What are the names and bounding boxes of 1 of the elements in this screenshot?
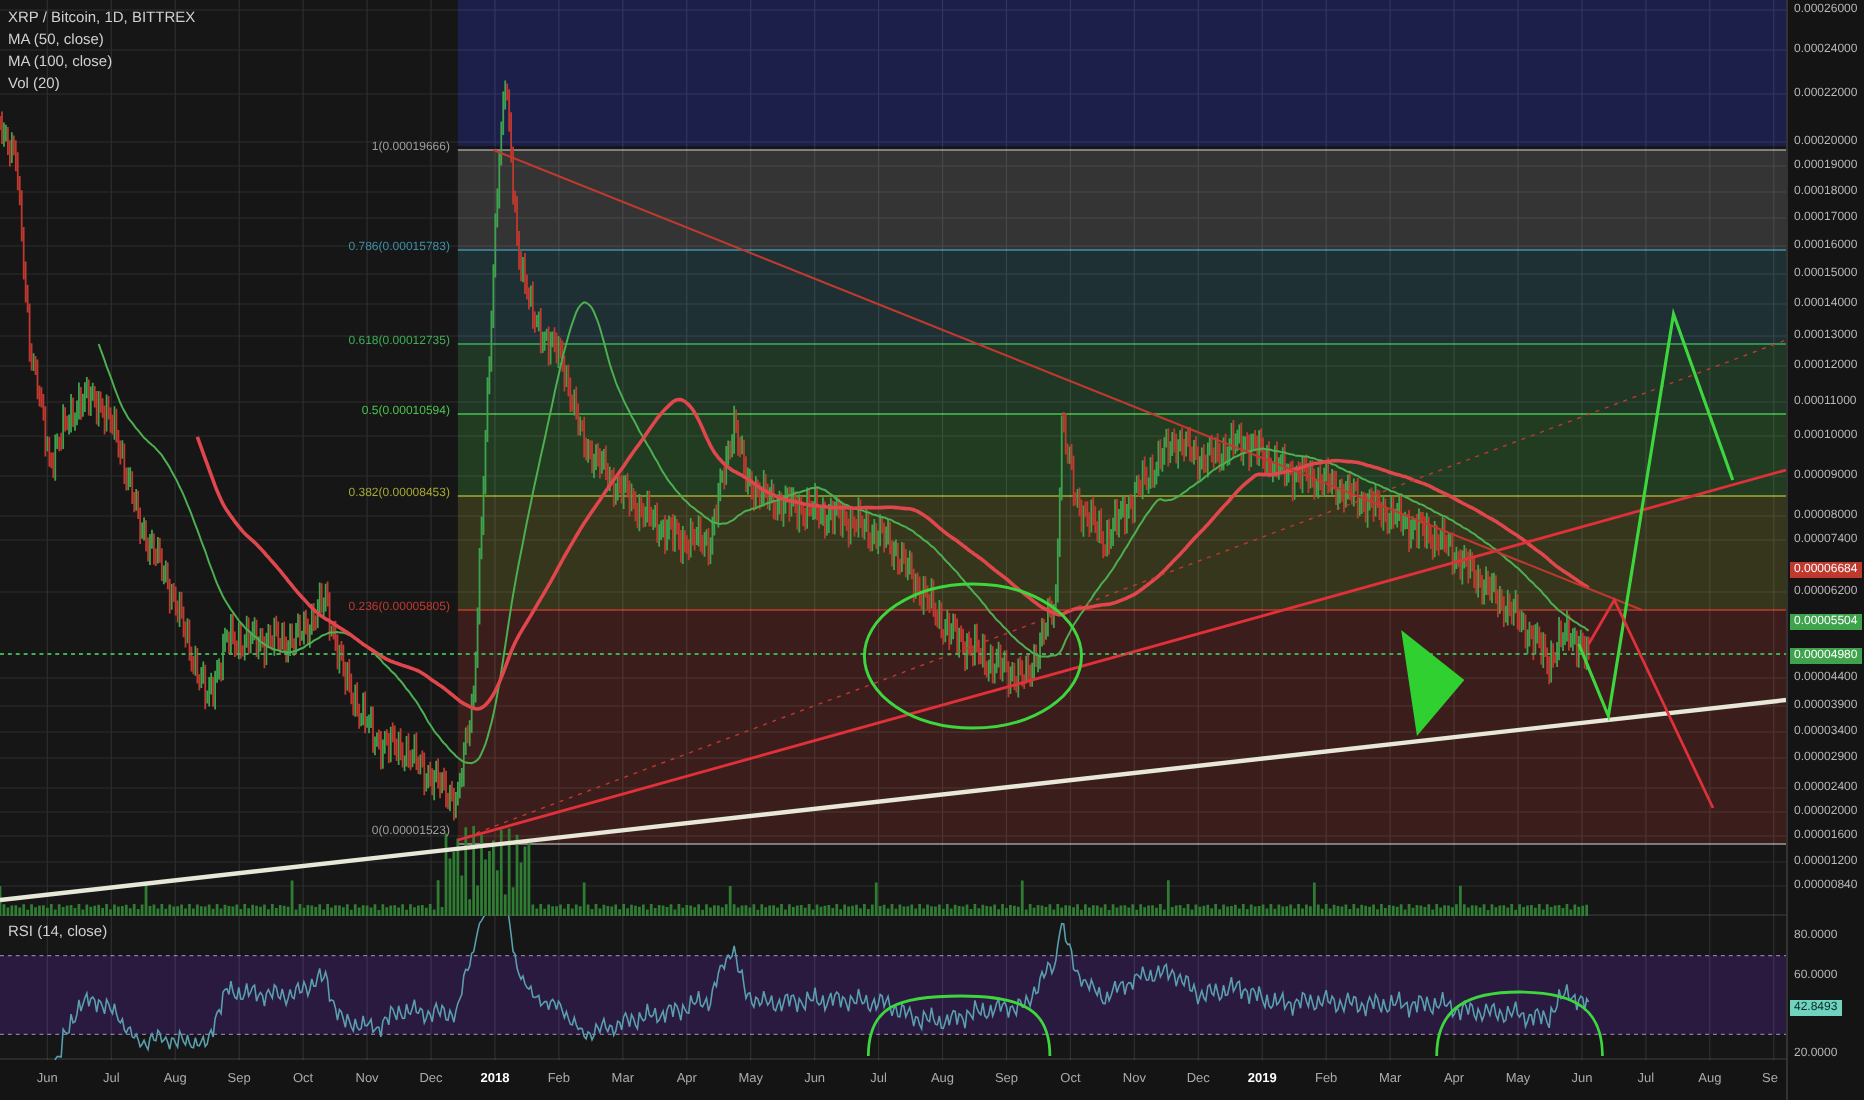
triangle-arrow-icon xyxy=(1401,630,1465,736)
